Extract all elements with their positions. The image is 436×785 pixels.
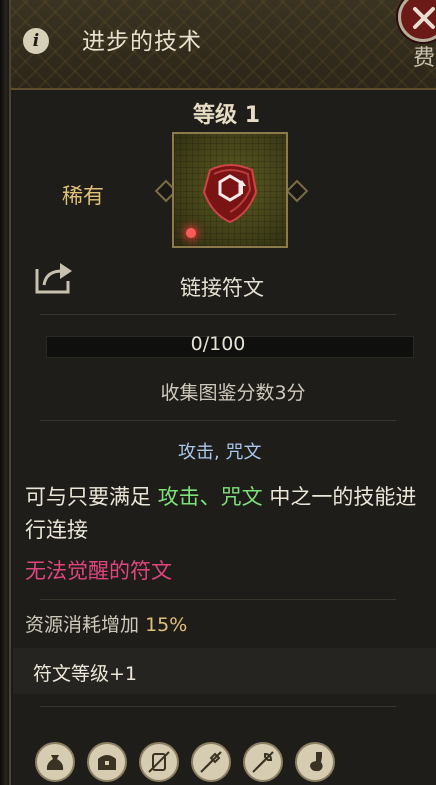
crossed-tools-icon[interactable]: [191, 742, 231, 782]
rune-level: 等级 1: [193, 103, 260, 128]
collection-score: 收集图鉴分数3分: [160, 382, 306, 404]
divider: [40, 314, 396, 315]
condition-highlight: 攻击、咒文: [157, 485, 263, 509]
divider: [40, 706, 396, 707]
crossed-scroll-icon[interactable]: [139, 742, 179, 782]
side-label: 费: [413, 46, 436, 71]
crossed-wrench-icon[interactable]: [243, 742, 283, 782]
rune-level-bonus: 符文等级+1: [33, 663, 138, 685]
awaken-warning: 无法觉醒的符文: [25, 559, 172, 583]
info-icon[interactable]: i: [23, 28, 49, 54]
rune-name: 链接符文: [180, 276, 264, 300]
divider: [40, 599, 396, 600]
treasure-chest-icon[interactable]: [87, 742, 127, 782]
stat-resource-cost: 资源消耗增加 15%: [25, 614, 188, 636]
rune-rarity: 稀有: [62, 184, 104, 208]
close-icon: [413, 7, 435, 29]
share-icon: [35, 263, 72, 294]
divider: [40, 420, 396, 421]
money-bag-icon[interactable]: [35, 742, 75, 782]
new-indicator-dot: [186, 228, 196, 238]
share-button[interactable]: [34, 259, 74, 299]
tooltip-header: [11, 0, 436, 90]
rune-description: 可与只要满足 攻击、咒文 中之一的技能进行连接: [25, 485, 417, 542]
rune-tags: 攻击, 咒文: [178, 442, 262, 463]
potion-icon[interactable]: [295, 742, 335, 782]
collection-progress-text: 0/100: [190, 333, 246, 355]
tooltip-title: 进步的技术: [82, 29, 202, 55]
